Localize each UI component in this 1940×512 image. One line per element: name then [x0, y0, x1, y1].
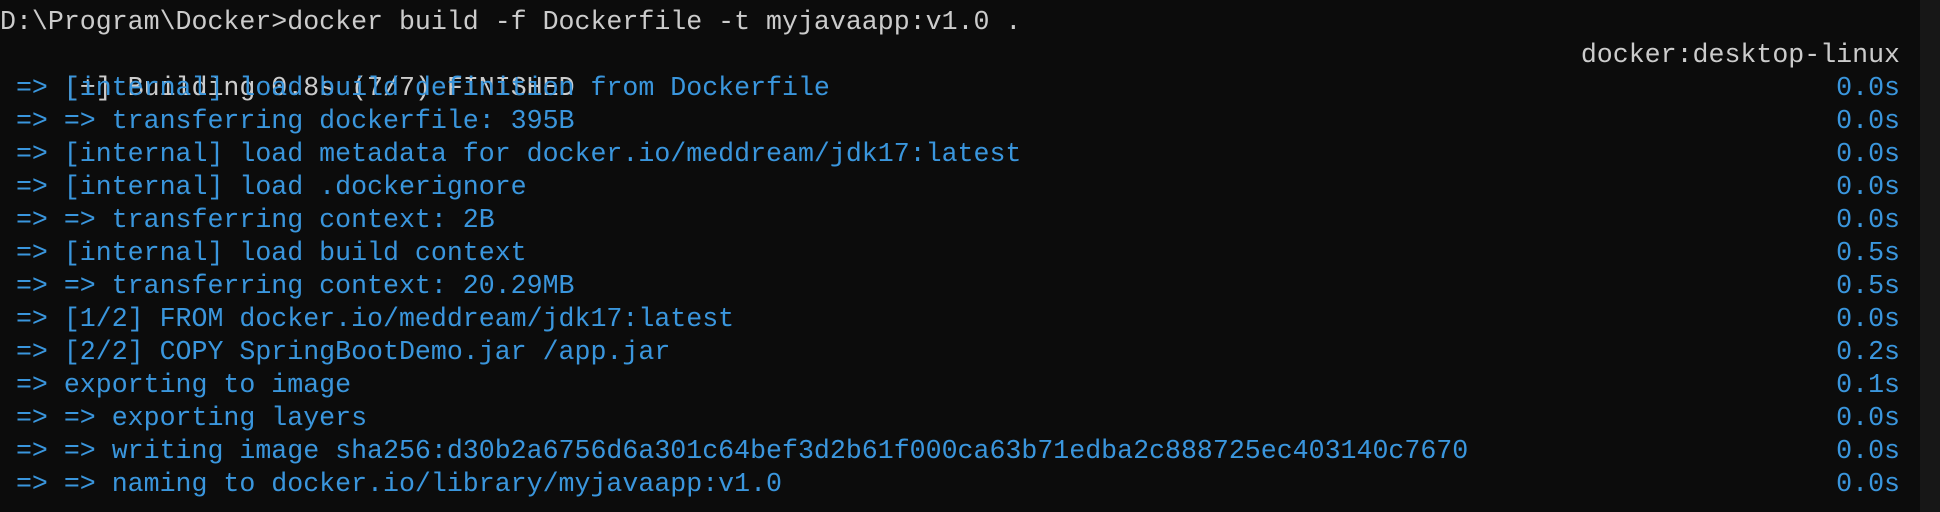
build-step: => [internal] load build context 0.5s — [0, 237, 1900, 270]
step-time: 0.0s — [1836, 403, 1900, 433]
step-time: 0.0s — [1836, 106, 1900, 136]
build-step: => => transferring dockerfile: 395B 0.0s — [0, 105, 1900, 138]
step-text: => => transferring context: 20.29MB — [0, 271, 575, 301]
step-text: => [internal] load .dockerignore — [0, 172, 527, 202]
step-text: => [internal] load build definition from… — [0, 73, 830, 103]
build-step: => => naming to docker.io/library/myjava… — [0, 468, 1900, 501]
step-time: 0.0s — [1836, 304, 1900, 334]
build-step: => => exporting layers 0.0s — [0, 402, 1900, 435]
step-text: => [internal] load metadata for docker.i… — [0, 139, 1022, 169]
step-text: => => transferring context: 2B — [0, 205, 495, 235]
terminal-output[interactable]: D:\Program\Docker>docker build -f Docker… — [0, 6, 1900, 501]
step-time: 0.0s — [1836, 205, 1900, 235]
step-time: 0.2s — [1836, 337, 1900, 367]
builder-name: docker:desktop-linux — [1580, 40, 1900, 70]
build-step: => exporting to image 0.1s — [0, 369, 1900, 402]
step-text: => exporting to image — [0, 370, 352, 400]
command-line: D:\Program\Docker>docker build -f Docker… — [0, 6, 1900, 39]
step-time: 0.0s — [1836, 436, 1900, 466]
step-text: => => transferring dockerfile: 395B — [0, 106, 575, 136]
build-step: => [internal] load metadata for docker.i… — [0, 138, 1900, 171]
step-time: 0.0s — [1836, 73, 1900, 103]
build-step: => [1/2] FROM docker.io/meddream/jdk17:l… — [0, 303, 1900, 336]
step-text: => => naming to docker.io/library/myjava… — [0, 469, 782, 499]
step-time: 0.0s — [1836, 172, 1900, 202]
command-text: D:\Program\Docker>docker build -f Docker… — [0, 7, 1022, 37]
build-step: => [internal] load .dockerignore 0.0s — [0, 171, 1900, 204]
step-time: 0.1s — [1836, 370, 1900, 400]
step-text: => [2/2] COPY SpringBootDemo.jar /app.ja… — [0, 337, 671, 367]
build-step: => => transferring context: 2B 0.0s — [0, 204, 1900, 237]
build-step: => => writing image sha256:d30b2a6756d6a… — [0, 435, 1900, 468]
build-header: [+] Building 0.8s (7/7) FINISHED docker:… — [0, 39, 1900, 103]
build-step: => [2/2] COPY SpringBootDemo.jar /app.ja… — [0, 336, 1900, 369]
step-time: 0.5s — [1836, 271, 1900, 301]
step-text: => => writing image sha256:d30b2a6756d6a… — [0, 436, 1469, 466]
step-time: 0.0s — [1836, 139, 1900, 169]
build-step: => [internal] load build definition from… — [0, 72, 1900, 105]
step-text: => [internal] load build context — [0, 238, 527, 268]
step-text: => [1/2] FROM docker.io/meddream/jdk17:l… — [0, 304, 735, 334]
scrollbar[interactable] — [1920, 0, 1940, 512]
step-time: 0.5s — [1836, 238, 1900, 268]
step-text: => => exporting layers — [0, 403, 368, 433]
step-time: 0.0s — [1836, 469, 1900, 499]
build-step: => => transferring context: 20.29MB 0.5s — [0, 270, 1900, 303]
